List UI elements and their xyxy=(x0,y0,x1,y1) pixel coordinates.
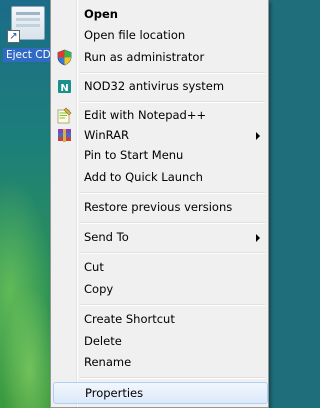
desktop-shortcut[interactable]: ↗ Eject CD xyxy=(3,4,55,62)
menu-separator xyxy=(80,222,265,224)
menu-item-add-to-quick-launch[interactable]: Add to Quick Launch xyxy=(53,167,268,188)
menu-item-edit-with-notepad-plus-plus[interactable]: Edit with Notepad++ xyxy=(53,105,268,126)
svg-text:N: N xyxy=(60,83,68,94)
menu-item-label: Rename xyxy=(84,355,132,369)
menu-item-run-as-administrator[interactable]: Run as administrator xyxy=(53,47,268,68)
menu-separator xyxy=(80,304,265,306)
menu-item-properties[interactable]: Properties xyxy=(53,382,268,404)
menu-separator xyxy=(80,192,265,194)
menu-item-label: Add to Quick Launch xyxy=(84,170,203,184)
menu-item-label: Delete xyxy=(84,334,122,348)
menu-item-label: Properties xyxy=(85,386,144,400)
menu-item-label: Create Shortcut xyxy=(84,312,175,326)
menu-item-label: Run as administrator xyxy=(84,50,205,64)
context-menu: Open Open file location Run as administr… xyxy=(50,0,269,408)
menu-item-label: Copy xyxy=(84,282,114,296)
menu-item-label: WinRAR xyxy=(84,128,129,142)
menu-item-send-to[interactable]: Send To xyxy=(53,227,268,248)
menu-item-label: NOD32 antivirus system xyxy=(84,79,225,93)
notepad-plus-plus-icon xyxy=(56,107,73,124)
menu-separator xyxy=(80,377,265,379)
menu-item-cut[interactable]: Cut xyxy=(53,257,268,278)
menu-item-restore-previous-versions[interactable]: Restore previous versions xyxy=(53,197,268,218)
menu-separator xyxy=(80,72,265,74)
shortcut-label: Eject CD xyxy=(3,48,55,62)
menu-item-winrar[interactable]: WinRAR xyxy=(53,125,268,146)
menu-separator xyxy=(80,101,265,103)
menu-item-label: Pin to Start Menu xyxy=(84,148,184,162)
menu-item-copy[interactable]: Copy xyxy=(53,279,268,300)
uac-shield-icon xyxy=(56,49,73,66)
menu-item-open[interactable]: Open xyxy=(53,4,268,25)
menu-item-label: Open xyxy=(84,7,118,21)
menu-item-open-file-location[interactable]: Open file location xyxy=(53,25,268,46)
winrar-icon xyxy=(56,127,73,144)
menu-item-create-shortcut[interactable]: Create Shortcut xyxy=(53,309,268,330)
menu-item-pin-to-start-menu[interactable]: Pin to Start Menu xyxy=(53,145,268,166)
menu-item-delete[interactable]: Delete xyxy=(53,331,268,352)
menu-item-label: Edit with Notepad++ xyxy=(84,108,207,122)
menu-item-rename[interactable]: Rename xyxy=(53,352,268,373)
nod32-icon: N xyxy=(56,78,73,95)
menu-item-label: Send To xyxy=(84,230,129,244)
submenu-arrow-icon xyxy=(256,234,260,242)
menu-separator xyxy=(80,252,265,254)
menu-item-label: Open file location xyxy=(84,28,186,42)
menu-item-label: Restore previous versions xyxy=(84,200,233,214)
menu-item-label: Cut xyxy=(84,260,104,274)
menu-item-nod32[interactable]: N NOD32 antivirus system xyxy=(53,76,268,97)
submenu-arrow-icon xyxy=(256,132,260,140)
shortcut-arrow-icon: ↗ xyxy=(7,30,20,43)
